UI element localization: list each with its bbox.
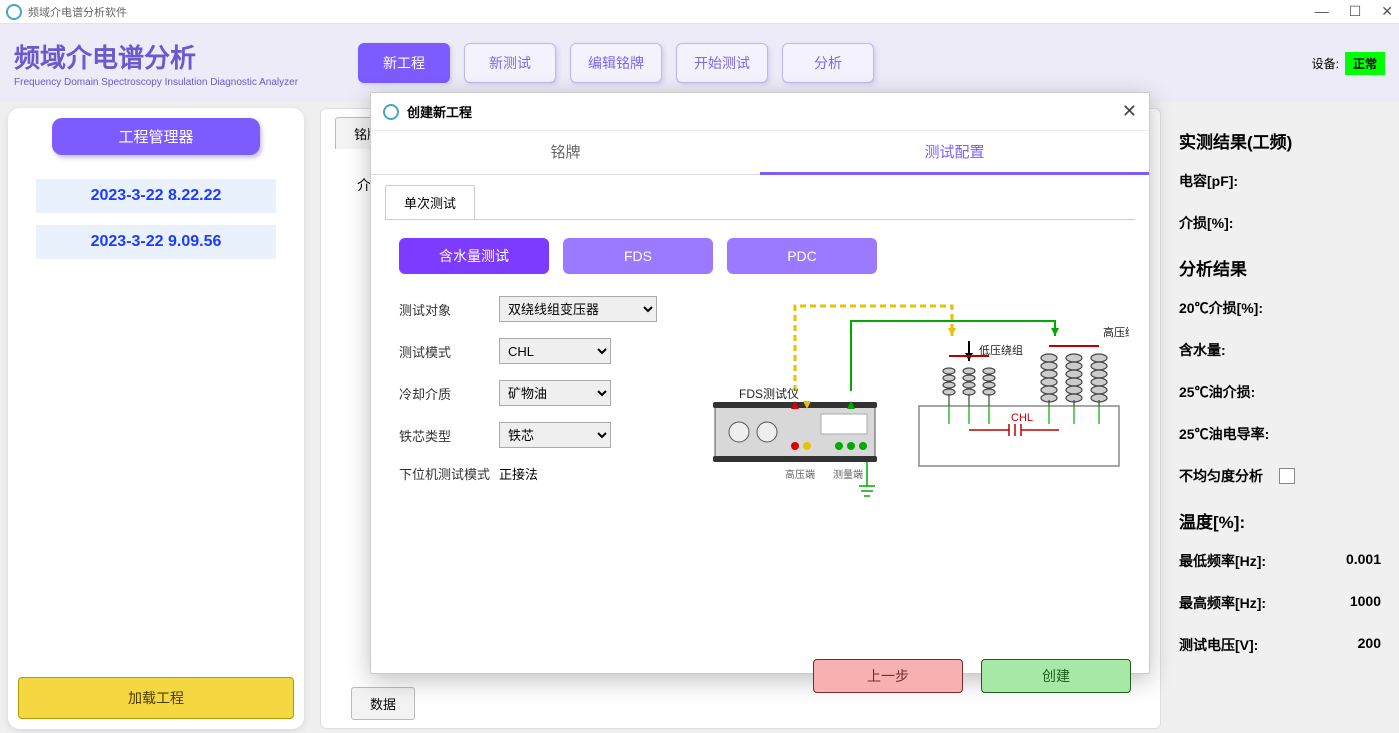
dialog-close-button[interactable]: ✕ (1122, 101, 1137, 122)
title-bar: 频域介电谱分析软件 — ☐ ✕ (0, 0, 1399, 24)
device-status-badge: 正常 (1345, 52, 1385, 75)
fds-button[interactable]: FDS (563, 238, 713, 274)
window-controls: — ☐ ✕ (1315, 3, 1393, 20)
minimize-button[interactable]: — (1315, 3, 1329, 20)
app-icon (6, 4, 22, 20)
load-project-button[interactable]: 加载工程 (18, 677, 294, 719)
prev-step-button[interactable]: 上一步 (813, 659, 963, 693)
analyze-button[interactable]: 分析 (782, 43, 874, 83)
test-mode-select[interactable]: CHL (499, 338, 611, 364)
new-project-button[interactable]: 新工程 (358, 43, 450, 83)
test-config-panel: 含水量测试 FDS PDC 测试对象 双绕线组变压器 测试模式 CHL 冷却介质… (385, 219, 1135, 639)
nonuniform-checkbox[interactable] (1279, 468, 1295, 484)
coolant-select[interactable]: 矿物油 (499, 380, 611, 406)
lv-winding-label: 低压绕组 (979, 343, 1023, 357)
dialog-icon (383, 104, 399, 120)
brand-title-en: Frequency Domain Spectroscopy Insulation… (14, 77, 298, 88)
sidebar-title: 工程管理器 (52, 118, 260, 155)
close-window-button[interactable]: ✕ (1381, 3, 1393, 20)
test-voltage-value: 200 (1358, 635, 1381, 655)
start-test-button[interactable]: 开始测试 (676, 43, 768, 83)
water-content-label: 含水量: (1179, 340, 1226, 360)
core-type-select[interactable]: 铁芯 (499, 422, 611, 448)
test-object-select[interactable]: 双绕线组变压器 (499, 296, 657, 322)
test-object-label: 测试对象 (399, 300, 499, 319)
measured-results-title: 实测结果(工频) (1179, 128, 1381, 153)
lower-mode-value: 正接法 (499, 464, 538, 483)
loss-20c-label: 20℃介损[%]: (1179, 298, 1263, 318)
min-freq-label: 最低频率[Hz]: (1179, 551, 1266, 571)
maximize-button[interactable]: ☐ (1349, 3, 1362, 20)
single-test-tab[interactable]: 单次测试 (385, 185, 475, 219)
coolant-label: 冷却介质 (399, 384, 499, 403)
device-status-label: 设备: (1312, 55, 1339, 72)
main-header: 频域介电谱分析 Frequency Domain Spectroscopy In… (0, 24, 1399, 102)
water-content-test-button[interactable]: 含水量测试 (399, 238, 549, 274)
project-item[interactable]: 2023-3-22 9.09.56 (36, 225, 276, 259)
dialog-title: 创建新工程 (407, 102, 472, 121)
dialog-tab-test-config[interactable]: 测试配置 (760, 131, 1149, 175)
project-item[interactable]: 2023-3-22 8.22.22 (36, 179, 276, 213)
capacitance-label: 电容[pF]: (1179, 171, 1238, 191)
dialog-body: 单次测试 含水量测试 FDS PDC 测试对象 双绕线组变压器 测试模式 CHL… (371, 175, 1149, 649)
wiring-diagram: CHL (699, 286, 1129, 566)
toolbar: 新工程 新测试 编辑铭牌 开始测试 分析 (358, 43, 874, 83)
temperature-title: 温度[%]: (1179, 508, 1381, 533)
create-project-dialog: 创建新工程 ✕ 铭牌 测试配置 单次测试 含水量测试 FDS PDC 测试对象 … (370, 92, 1150, 674)
results-panel: 实测结果(工频) 电容[pF]: 介损[%]: 分析结果 20℃介损[%]: 含… (1161, 108, 1391, 729)
dialog-footer: 上一步 创建 (371, 649, 1149, 707)
dialog-tabs: 铭牌 测试配置 (371, 131, 1149, 175)
oil-cond-25c-label: 25℃油电导率: (1179, 424, 1269, 444)
app-title: 频域介电谱分析软件 (28, 4, 127, 20)
nonuniform-label: 不均匀度分析 (1179, 466, 1263, 486)
device-status-area: 设备: 正常 (1312, 52, 1385, 75)
max-freq-value: 1000 (1350, 593, 1381, 613)
pdc-button[interactable]: PDC (727, 238, 877, 274)
device-label: FDS测试仪 (739, 386, 799, 401)
brand-title-cn: 频域介电谱分析 (14, 38, 298, 75)
mode-buttons: 含水量测试 FDS PDC (399, 238, 1127, 274)
create-button[interactable]: 创建 (981, 659, 1131, 693)
hv-winding-label: 高压绕组 (1103, 325, 1129, 339)
edit-nameplate-button[interactable]: 编辑铭牌 (570, 43, 662, 83)
min-freq-value: 0.001 (1346, 551, 1381, 571)
analysis-results-title: 分析结果 (1179, 255, 1381, 280)
brand: 频域介电谱分析 Frequency Domain Spectroscopy In… (14, 38, 298, 88)
max-freq-label: 最高频率[Hz]: (1179, 593, 1266, 613)
test-mode-label: 测试模式 (399, 342, 499, 361)
intro-text-fragment: 介 (357, 175, 371, 195)
sidebar: 工程管理器 2023-3-22 8.22.22 2023-3-22 9.09.5… (8, 108, 304, 729)
dielectric-loss-label: 介损[%]: (1179, 213, 1233, 233)
test-voltage-label: 测试电压[V]: (1179, 635, 1258, 655)
oil-loss-25c-label: 25℃油介损: (1179, 382, 1255, 402)
dialog-tab-nameplate[interactable]: 铭牌 (371, 131, 760, 175)
meas-port-label: 测量端 (833, 468, 863, 481)
hv-port-label: 高压端 (785, 468, 815, 481)
lower-mode-label: 下位机测试模式 (399, 464, 499, 483)
new-test-button[interactable]: 新测试 (464, 43, 556, 83)
core-type-label: 铁芯类型 (399, 426, 499, 445)
dialog-title-bar: 创建新工程 ✕ (371, 93, 1149, 131)
chl-label: CHL (1011, 412, 1033, 424)
